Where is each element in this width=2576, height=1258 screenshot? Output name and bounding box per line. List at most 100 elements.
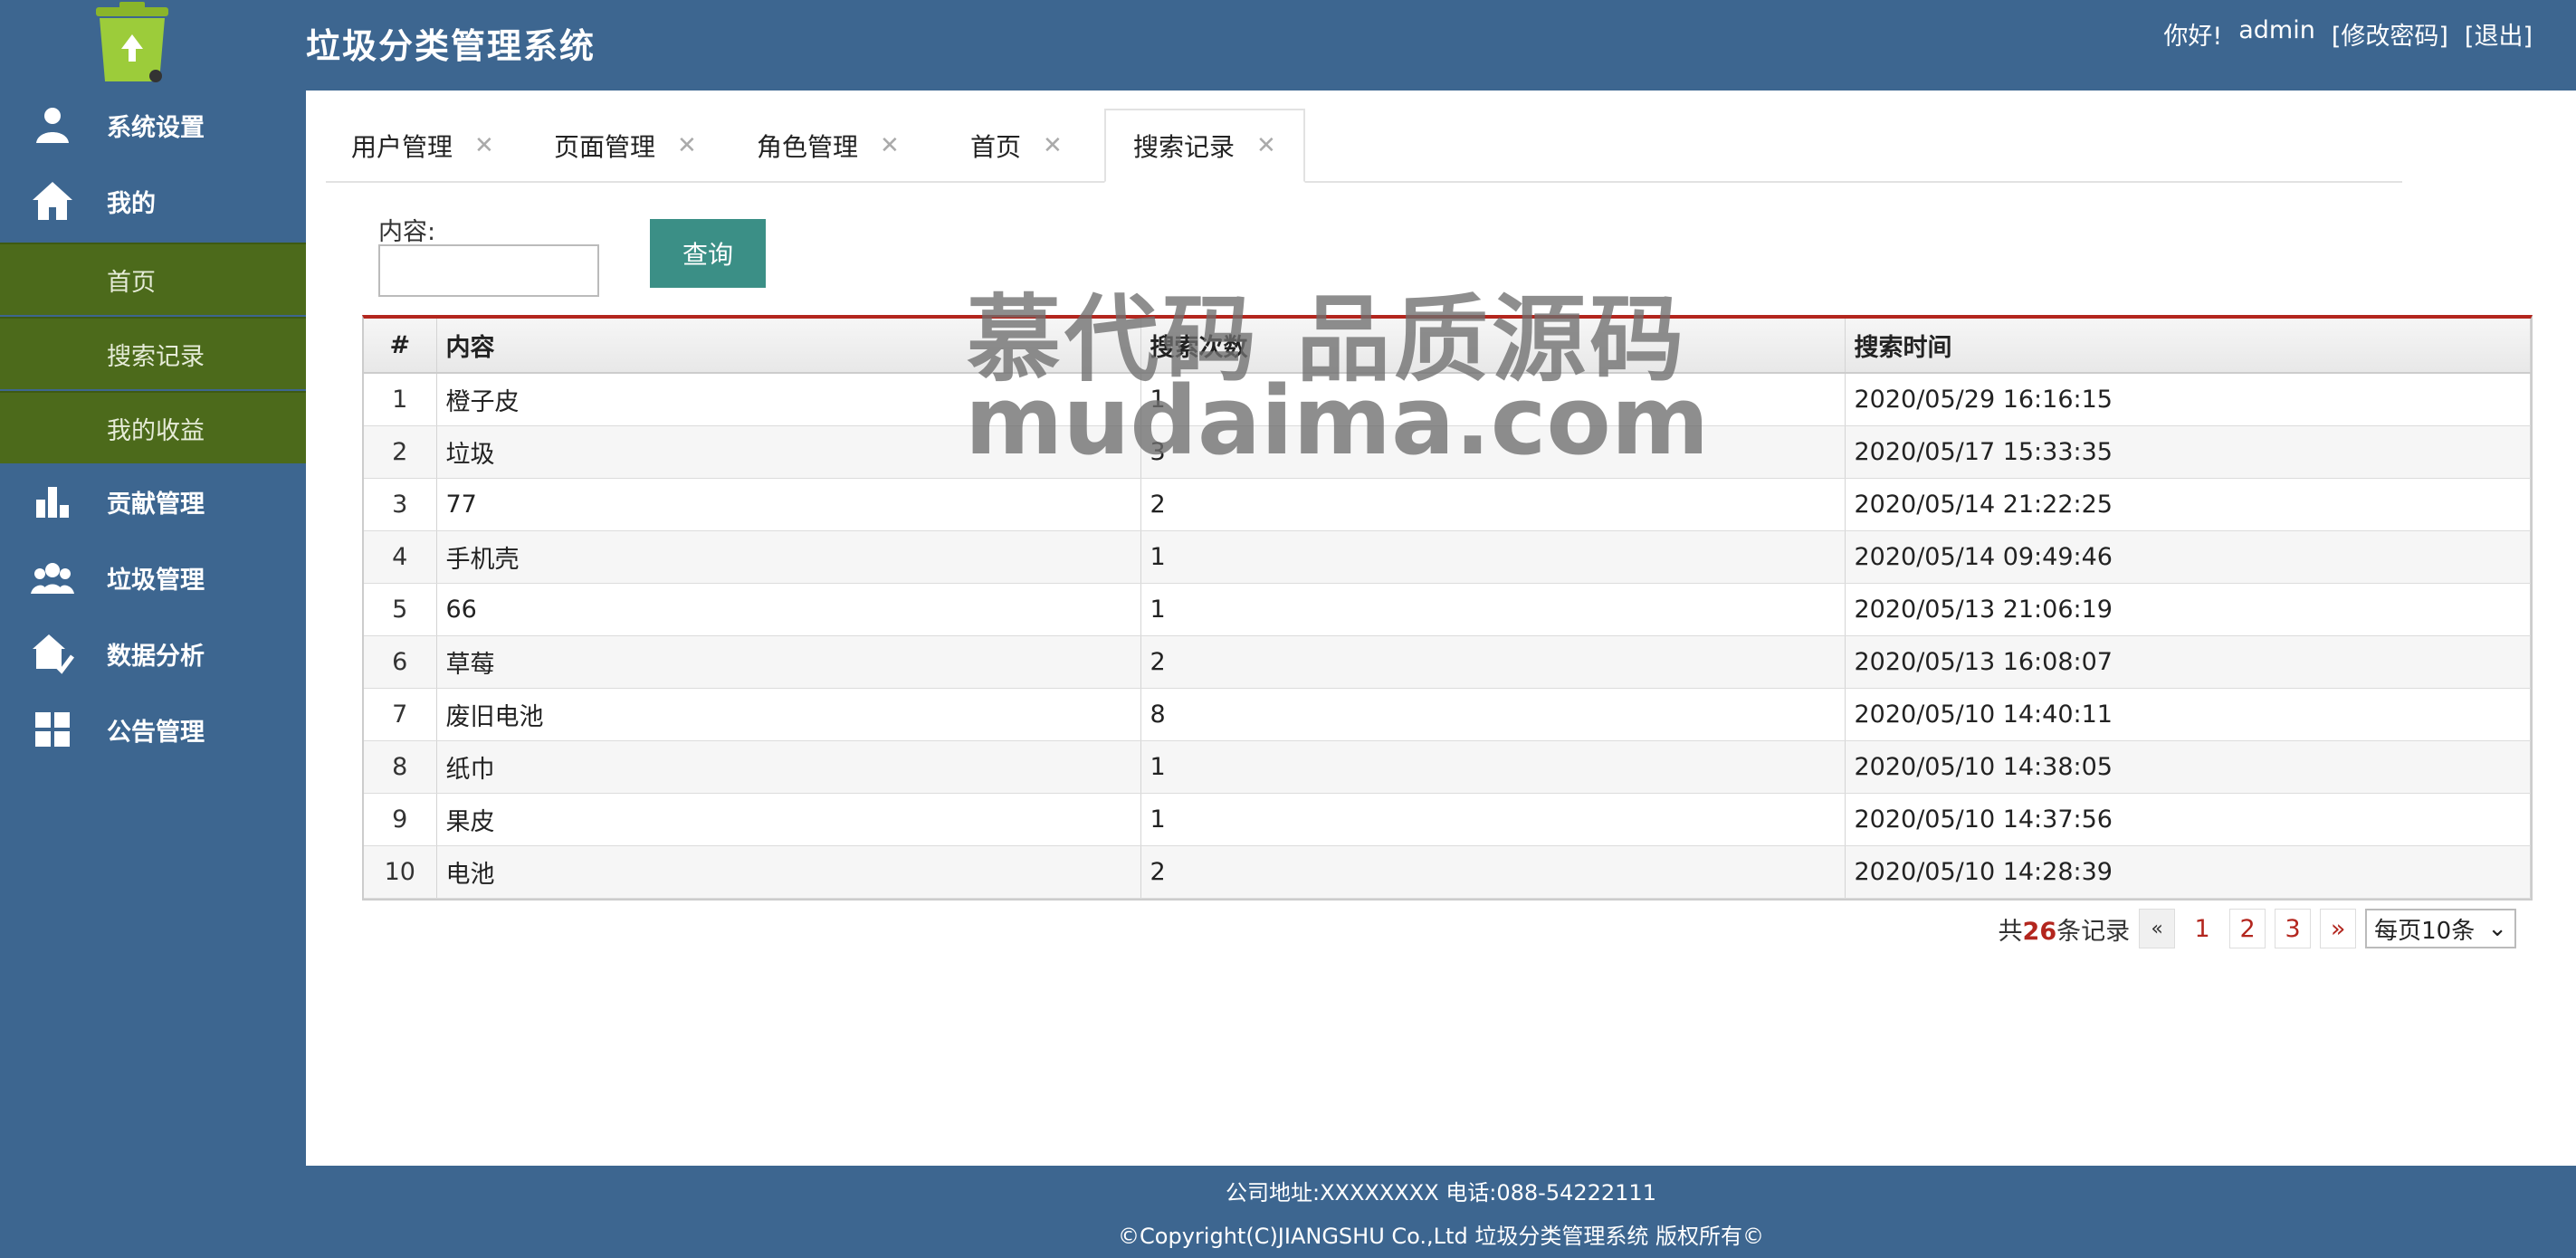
cell-time: 2020/05/10 14:37:56	[1845, 793, 2531, 846]
tab-label: 页面管理	[554, 132, 656, 162]
tab-role-management[interactable]: 角色管理 ✕	[757, 109, 900, 183]
sidebar: 系统设置 我的 首页 搜索记录 我的收益 贡献管理 垃圾管理 数据分析 公告管理	[0, 0, 306, 1258]
username: admin	[2238, 16, 2315, 44]
sidebar-item-label: 首页	[107, 268, 156, 297]
cell-time: 2020/05/10 14:38:05	[1845, 740, 2531, 794]
sidebar-subitem-home[interactable]: 首页	[0, 243, 306, 315]
table-row[interactable]: 9 果皮 1 2020/05/10 14:37:56	[364, 793, 2531, 846]
cell-index: 1	[364, 373, 437, 426]
sidebar-item-data-analysis[interactable]: 数据分析	[0, 617, 306, 690]
close-icon[interactable]: ✕	[1043, 132, 1063, 159]
cell-count: 1	[1140, 793, 1846, 846]
trash-bin-logo	[91, 2, 174, 87]
tab-label: 首页	[970, 132, 1022, 162]
prev-page-button[interactable]: «	[2139, 909, 2176, 948]
page-3-button[interactable]: 3	[2275, 909, 2312, 948]
sidebar-item-label: 我的收益	[107, 416, 205, 445]
greeting-text: 你好!	[2163, 23, 2223, 51]
table-row[interactable]: 4 手机壳 1 2020/05/14 09:49:46	[364, 530, 2531, 584]
cell-content: 77	[436, 478, 1141, 531]
house-check-icon	[31, 632, 74, 675]
cell-time: 2020/05/10 14:40:11	[1845, 688, 2531, 741]
sidebar-item-label: 数据分析	[107, 642, 205, 671]
sidebar-item-contribution[interactable]: 贡献管理	[0, 465, 306, 538]
column-header: 搜索时间	[1845, 319, 2531, 374]
table-row[interactable]: 10 电池 2 2020/05/10 14:28:39	[364, 845, 2531, 899]
sidebar-item-label: 贡献管理	[107, 490, 205, 519]
cell-index: 3	[364, 478, 437, 531]
sidebar-item-label: 公告管理	[107, 718, 205, 747]
sidebar-item-garbage[interactable]: 垃圾管理	[0, 541, 306, 614]
close-icon[interactable]: ✕	[1256, 132, 1276, 159]
cell-count: 8	[1140, 688, 1846, 741]
cell-time: 2020/05/14 21:22:25	[1845, 478, 2531, 531]
cell-index: 4	[364, 530, 437, 584]
tab-label: 搜索记录	[1133, 132, 1236, 162]
user-menu: 你好! admin [修改密码] [退出]	[2163, 16, 2533, 52]
page-2-button[interactable]: 2	[2229, 909, 2266, 948]
next-page-button[interactable]: »	[2320, 909, 2357, 948]
page-size-value: 每页10条	[2374, 917, 2476, 945]
search-input[interactable]	[378, 244, 599, 297]
total-count: 26	[2022, 917, 2057, 946]
cell-content: 手机壳	[436, 530, 1141, 584]
users-icon	[31, 556, 74, 599]
cell-time: 2020/05/29 16:16:15	[1845, 373, 2531, 426]
cell-time: 2020/05/10 14:28:39	[1845, 845, 2531, 899]
query-button[interactable]: 查询	[650, 219, 766, 288]
bar-chart-icon	[31, 480, 74, 523]
tab-search-records[interactable]: 搜索记录 ✕	[1104, 109, 1305, 183]
footer: 公司地址:XXXXXXXX 电话:088-54222111 ©Copyright…	[306, 1166, 2576, 1258]
sidebar-item-system-settings[interactable]: 系统设置	[0, 89, 306, 161]
cell-index: 6	[364, 635, 437, 689]
cell-content: 66	[436, 583, 1141, 636]
close-icon[interactable]: ✕	[880, 132, 900, 159]
cell-count: 2	[1140, 635, 1846, 689]
cell-count: 2	[1140, 478, 1846, 531]
cell-count: 1	[1140, 530, 1846, 584]
table-row[interactable]: 3 77 2 2020/05/14 21:22:25	[364, 478, 2531, 531]
logout-link[interactable]: [退出]	[2465, 16, 2533, 52]
watermark-url: mudaima.com	[965, 366, 1710, 476]
cell-content: 电池	[436, 845, 1141, 899]
cell-time: 2020/05/17 15:33:35	[1845, 425, 2531, 479]
tab-page-management[interactable]: 页面管理 ✕	[554, 109, 697, 183]
page-1-button[interactable]: 1	[2184, 909, 2221, 948]
cell-index: 5	[364, 583, 437, 636]
table-row[interactable]: 5 66 1 2020/05/13 21:06:19	[364, 583, 2531, 636]
close-icon[interactable]: ✕	[677, 132, 697, 159]
cell-index: 10	[364, 845, 437, 899]
column-header: #	[364, 319, 437, 374]
cell-count: 2	[1140, 845, 1846, 899]
sidebar-subitem-search-records[interactable]: 搜索记录	[0, 317, 306, 389]
tab-label: 角色管理	[757, 132, 859, 162]
tab-bar: 用户管理 ✕ 页面管理 ✕ 角色管理 ✕ 首页 ✕ 搜索记录 ✕	[326, 109, 2402, 183]
tab-label: 用户管理	[351, 132, 453, 162]
app-title: 垃圾分类管理系统	[306, 26, 596, 66]
table-row[interactable]: 6 草莓 2 2020/05/13 16:08:07	[364, 635, 2531, 689]
total-records: 共26条记录	[1998, 917, 2131, 946]
table-row[interactable]: 8 纸巾 1 2020/05/10 14:38:05	[364, 740, 2531, 794]
tab-home[interactable]: 首页 ✕	[970, 109, 1063, 183]
change-password-link[interactable]: [修改密码]	[2332, 16, 2448, 52]
sidebar-item-label: 系统设置	[107, 113, 205, 142]
sidebar-item-announcements[interactable]: 公告管理	[0, 693, 306, 766]
sidebar-item-mine[interactable]: 我的	[0, 165, 306, 237]
tab-user-management[interactable]: 用户管理 ✕	[351, 109, 494, 183]
page-size-select[interactable]: 每页10条 ⌄	[2365, 909, 2516, 948]
home-icon	[31, 179, 74, 223]
cell-content: 废旧电池	[436, 688, 1141, 741]
footer-copyright: ©Copyright(C)JIANGSHU Co.,Ltd 垃圾分类管理系统 版…	[1118, 1224, 1764, 1249]
close-icon[interactable]: ✕	[474, 132, 494, 159]
table-row[interactable]: 7 废旧电池 8 2020/05/10 14:40:11	[364, 688, 2531, 741]
cell-count: 1	[1140, 583, 1846, 636]
cell-content: 果皮	[436, 793, 1141, 846]
cell-index: 8	[364, 740, 437, 794]
sidebar-item-label: 我的	[107, 189, 156, 218]
cell-index: 9	[364, 793, 437, 846]
sidebar-subitem-my-earnings[interactable]: 我的收益	[0, 391, 306, 463]
cell-index: 7	[364, 688, 437, 741]
footer-address: 公司地址:XXXXXXXX 电话:088-54222111	[1226, 1180, 1656, 1206]
sidebar-item-label: 搜索记录	[107, 342, 205, 371]
cell-time: 2020/05/13 21:06:19	[1845, 583, 2531, 636]
